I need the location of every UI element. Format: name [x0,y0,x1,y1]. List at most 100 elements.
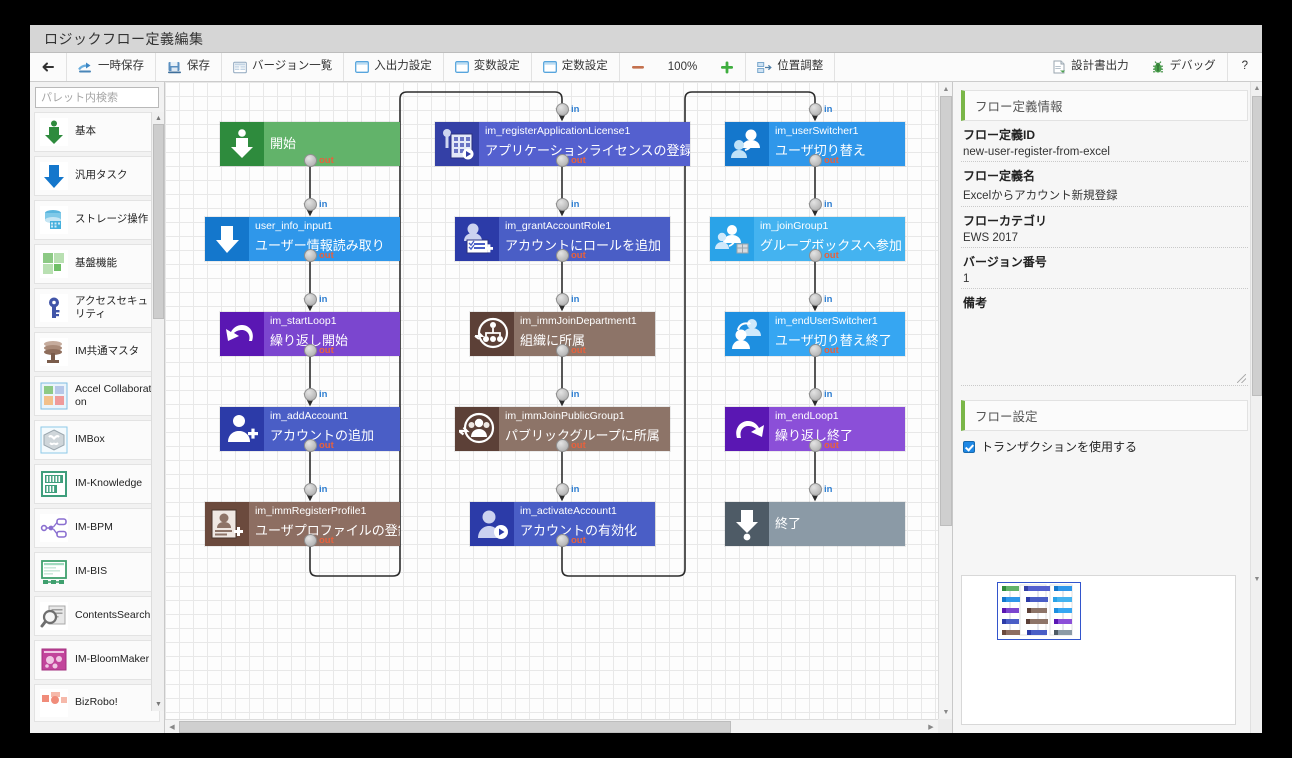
flow-node-user_info_input1[interactable]: user_info_input1 ユーザー情報読み取り [205,217,400,261]
node-port-in[interactable] [555,102,569,116]
node-port-in[interactable] [555,197,569,211]
save-button[interactable]: 保存 [156,53,222,81]
window-titlebar: ロジックフロー定義編集 [30,25,1262,53]
version-list-button[interactable]: バージョン一覧 [222,53,345,81]
palette-item-im-bloommaker[interactable]: IM-BloomMaker [34,640,160,680]
zoom-out-button[interactable] [620,53,656,81]
node-port-in[interactable] [808,102,822,116]
flow-connectors [303,91,822,577]
scroll-left-icon[interactable]: ◀ [165,720,179,733]
zoom-in-button[interactable] [709,53,747,81]
palette-item-label: IM-BIS [75,565,108,578]
flow-node-id: im_immJoinPublicGroup1 [505,410,625,422]
use-transaction-checkbox[interactable] [963,440,975,453]
flow-node-name: アプリケーションライセンスの登録 [485,143,690,158]
temp-save-button[interactable]: 一時保存 [67,53,156,81]
palette-item-im-bis[interactable]: IM-BIS [34,552,160,592]
canvas-hscroll-thumb[interactable] [179,721,731,733]
node-port-in[interactable] [303,197,317,211]
palette-item-bizrobo[interactable]: BizRobo! [34,684,160,722]
node-port-in[interactable] [303,387,317,401]
properties-panel-scrollbar[interactable]: ▲ ▼ [1250,82,1262,733]
palette-item-storage[interactable]: ストレージ操作 [34,200,160,240]
palette-item-accel-collaboration[interactable]: Accel Collaboration [34,376,160,416]
node-port-out[interactable] [555,248,569,262]
palette-item-basic[interactable]: 基本 [34,112,160,152]
node-port-in[interactable] [808,197,822,211]
resize-grip-icon[interactable] [1237,374,1246,383]
back-button[interactable] [30,53,67,81]
node-port-out[interactable] [808,153,822,167]
flow-id-value[interactable]: new-user-register-from-excel [961,146,1248,162]
palette-item-generic-task[interactable]: 汎用タスク [34,156,160,196]
constant-settings-button[interactable]: 定数設定 [532,53,620,81]
scroll-right-icon[interactable]: ▶ [924,720,938,733]
node-port-in[interactable] [808,482,822,496]
flow-category-value[interactable]: EWS 2017 [961,232,1248,248]
canvas-vertical-scrollbar[interactable]: ▲ ▼ [938,82,952,719]
palette-item-platform[interactable]: 基盤機能 [34,244,160,284]
node-port-out[interactable] [808,438,822,452]
flow-name-value[interactable]: Excelからアカウント新規登録 [961,187,1248,207]
node-port-out[interactable] [555,343,569,357]
node-port-in[interactable] [808,387,822,401]
node-port-in[interactable] [555,482,569,496]
variable-settings-button[interactable]: 変数設定 [444,53,532,81]
node-port-out[interactable] [808,343,822,357]
flow-node-im_immRegisterProfile1[interactable]: im_immRegisterProfile1 ユーザプロファイルの登録 [205,502,400,546]
remarks-value[interactable] [961,314,1248,386]
scroll-up-icon[interactable]: ▲ [939,82,952,96]
flow-node-im_joinGroup1[interactable]: im_joinGroup1 グループボックスへ参加 [710,217,905,261]
palette-item-im-bpm[interactable]: IM-BPM [34,508,160,548]
palette-item-contents-search[interactable]: ContentsSearch [34,596,160,636]
version-number-value[interactable]: 1 [961,273,1248,289]
scroll-down-icon[interactable]: ▼ [1251,573,1262,585]
flow-canvas[interactable]: 開始 user_info_input1 ユーザー情報読み取り im_startLoop… [165,82,938,719]
flow-node-終了[interactable]: 終了 [725,502,905,546]
io-settings-button[interactable]: 入出力設定 [344,53,444,81]
flow-node-body: im_userSwitcher1 ユーザ切り替え [769,122,905,166]
node-port-out[interactable] [303,533,317,547]
node-port-in[interactable] [303,482,317,496]
scroll-down-icon[interactable]: ▼ [152,698,165,711]
align-position-button[interactable]: 位置調整 [746,53,836,81]
canvas-horizontal-scrollbar[interactable]: ◀ ▶ [165,719,938,733]
palette-search-input[interactable] [35,87,159,108]
zoom-level-value: 100% [667,61,698,73]
node-port-out[interactable] [303,438,317,452]
node-port-out[interactable] [555,438,569,452]
node-port-out[interactable] [303,153,317,167]
minimap-viewport[interactable] [997,582,1081,640]
license-building-icon [435,122,479,166]
node-port-in[interactable] [555,292,569,306]
scroll-up-icon[interactable]: ▲ [1251,82,1262,94]
node-port-in[interactable] [303,292,317,306]
properties-scroll-thumb[interactable] [1252,96,1262,396]
bug-icon [1151,60,1165,74]
palette-item-label: ContentsSearch [75,609,151,622]
node-port-out[interactable] [555,153,569,167]
loop-end-icon [725,407,769,451]
palette-item-im-common-master[interactable]: IM共通マスタ [34,332,160,372]
palette-item-imbox[interactable]: IMBox [34,420,160,460]
node-port-out[interactable] [555,533,569,547]
help-button[interactable]: ? [1228,53,1262,81]
node-port-in[interactable] [808,292,822,306]
node-port-out[interactable] [303,343,317,357]
window-icon [454,61,469,73]
debug-button[interactable]: デバッグ [1140,53,1228,81]
palette-item-access-security[interactable]: アクセスセキュリティ [34,288,160,328]
canvas-vscroll-thumb[interactable] [940,96,952,526]
use-transaction-row[interactable]: トランザクションを使用する [961,431,1248,455]
node-port-out[interactable] [808,248,822,262]
node-port-in[interactable] [555,387,569,401]
palette-scrollbar-thumb[interactable] [153,124,164,319]
node-port-out[interactable] [303,248,317,262]
design-doc-output-button[interactable]: 設計書出力 [1041,53,1140,81]
align-position-label: 位置調整 [777,60,824,73]
scroll-down-icon[interactable]: ▼ [939,705,952,719]
palette-scrollbar[interactable]: ▲ ▼ [151,112,164,711]
flow-settings-title: フロー設定 [961,400,1248,431]
palette-item-im-knowledge[interactable]: IM-Knowledge [34,464,160,504]
minimap[interactable] [961,575,1236,725]
